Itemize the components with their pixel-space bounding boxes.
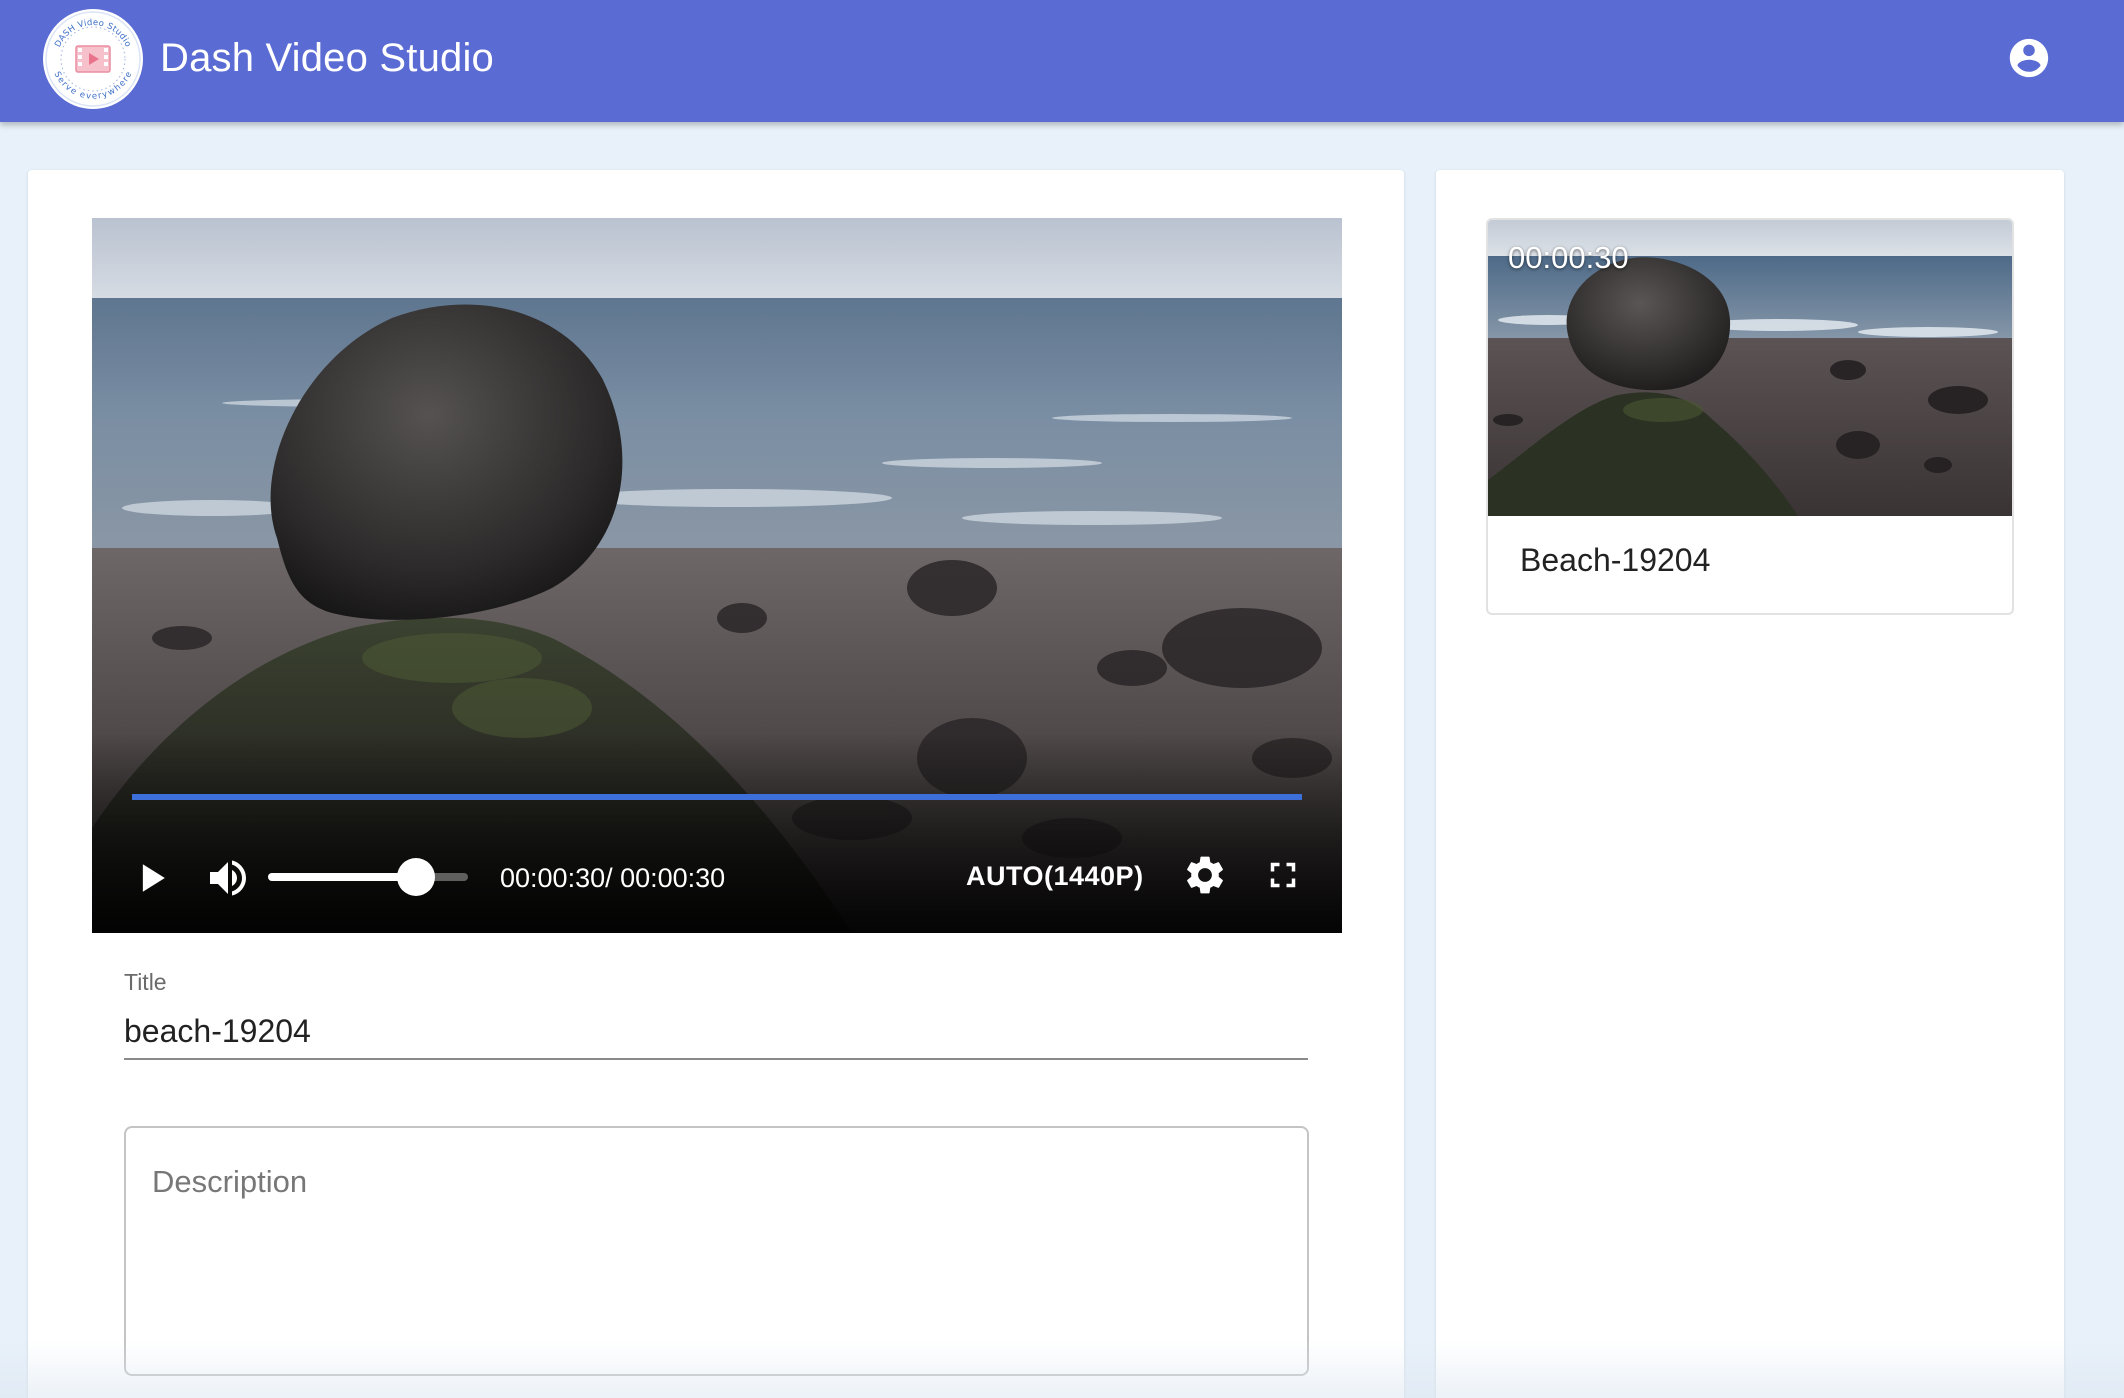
fullscreen-button[interactable]	[1262, 854, 1304, 896]
thumbnail-duration: 00:00:30	[1508, 240, 1629, 275]
quality-selector[interactable]: AUTO(1440P)	[966, 860, 1144, 892]
title-label: Title	[124, 969, 167, 995]
volume-up-icon	[210, 860, 246, 896]
volume-slider-fill	[268, 873, 416, 881]
settings-button[interactable]	[1182, 852, 1228, 898]
account-button[interactable]	[2006, 35, 2052, 81]
app-title: Dash Video Studio	[160, 36, 495, 80]
fullscreen-icon	[1270, 862, 1296, 888]
video-player[interactable]: 00:00:30/ 00:00:30 AUTO(1440P)	[92, 218, 1342, 933]
video-thumbnail: 00:00:30	[1488, 220, 2012, 516]
logo[interactable]: DASH Video Studio Serve everywhere	[43, 9, 143, 109]
seek-bar[interactable]	[132, 794, 1302, 800]
film-play-icon: DASH Video Studio Serve everywhere	[45, 11, 141, 107]
play-button[interactable]	[130, 856, 174, 900]
volume-slider[interactable]	[268, 858, 468, 896]
volume-button[interactable]	[204, 854, 252, 902]
description-field[interactable]	[124, 1126, 1309, 1376]
gear-icon	[1187, 856, 1223, 894]
video-item-title: Beach-19204	[1520, 542, 1711, 578]
controls-gradient	[92, 733, 1342, 933]
account-circle-icon	[2009, 38, 2049, 78]
time-display: 00:00:30/ 00:00:30	[500, 863, 726, 893]
volume-slider-thumb[interactable]	[397, 858, 435, 896]
app-bar: DASH Video Studio Serve everywhere Dash …	[0, 0, 2124, 122]
video-list-item[interactable]: 00:00:30 Beach-19204	[1486, 218, 2014, 615]
play-icon	[142, 864, 165, 892]
seek-bar-fill	[132, 794, 1302, 800]
title-input[interactable]	[124, 1004, 1308, 1060]
